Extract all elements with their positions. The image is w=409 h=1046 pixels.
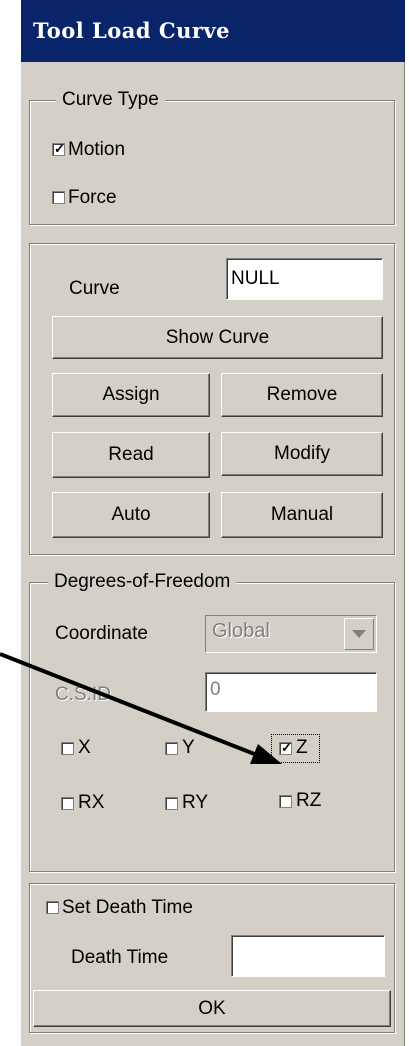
coordinate-label: Coordinate — [55, 623, 148, 644]
z-checkbox[interactable]: ✓ — [279, 740, 292, 755]
modify-button[interactable]: Modify — [221, 432, 383, 476]
x-label: X — [78, 737, 91, 758]
y-label: Y — [182, 737, 195, 758]
ry-label: RY — [182, 792, 209, 813]
ry-checkbox[interactable] — [165, 797, 178, 810]
csid-field[interactable]: 0 — [205, 672, 377, 712]
read-button[interactable]: Read — [52, 432, 210, 478]
motion-label: Motion — [68, 139, 126, 160]
curve-type-legend: Curve Type — [56, 88, 165, 112]
rx-label: RX — [78, 792, 105, 813]
ok-button[interactable]: OK — [33, 990, 391, 1027]
auto-button[interactable]: Auto — [52, 492, 210, 538]
x-checkbox[interactable] — [61, 742, 74, 755]
manual-button[interactable]: Manual — [221, 492, 383, 538]
tool-load-curve-panel: Tool Load Curve Curve Type ✓ Motion Forc… — [21, 0, 405, 1046]
remove-button[interactable]: Remove — [221, 373, 383, 417]
coordinate-value: Global — [212, 620, 270, 642]
death-time-label: Death Time — [71, 947, 169, 968]
dof-legend: Degrees-of-Freedom — [48, 570, 237, 594]
rz-checkbox[interactable] — [279, 795, 292, 808]
csid-label: C.S.ID — [55, 684, 111, 705]
dropdown-arrow-icon[interactable] — [344, 618, 374, 650]
assign-button[interactable]: Assign — [52, 373, 210, 417]
death-time-field[interactable] — [231, 935, 385, 977]
panel-title: Tool Load Curve — [21, 0, 405, 62]
rz-label: RZ — [296, 790, 322, 811]
curve-name-field[interactable]: NULL — [226, 258, 383, 300]
set-death-time-label: Set Death Time — [62, 897, 193, 918]
check-mark-icon: ✓ — [281, 740, 292, 755]
force-label: Force — [68, 187, 117, 208]
z-label: Z — [296, 737, 308, 758]
set-death-time-checkbox[interactable] — [46, 901, 59, 914]
curve-label: Curve — [69, 278, 120, 299]
rx-checkbox[interactable] — [61, 797, 74, 810]
coordinate-dropdown[interactable]: Global — [205, 615, 377, 653]
force-checkbox[interactable] — [52, 191, 65, 204]
y-checkbox[interactable] — [165, 742, 178, 755]
motion-checkbox[interactable]: ✓ — [52, 141, 65, 156]
check-mark-icon: ✓ — [54, 141, 65, 156]
show-curve-button[interactable]: Show Curve — [52, 316, 383, 359]
